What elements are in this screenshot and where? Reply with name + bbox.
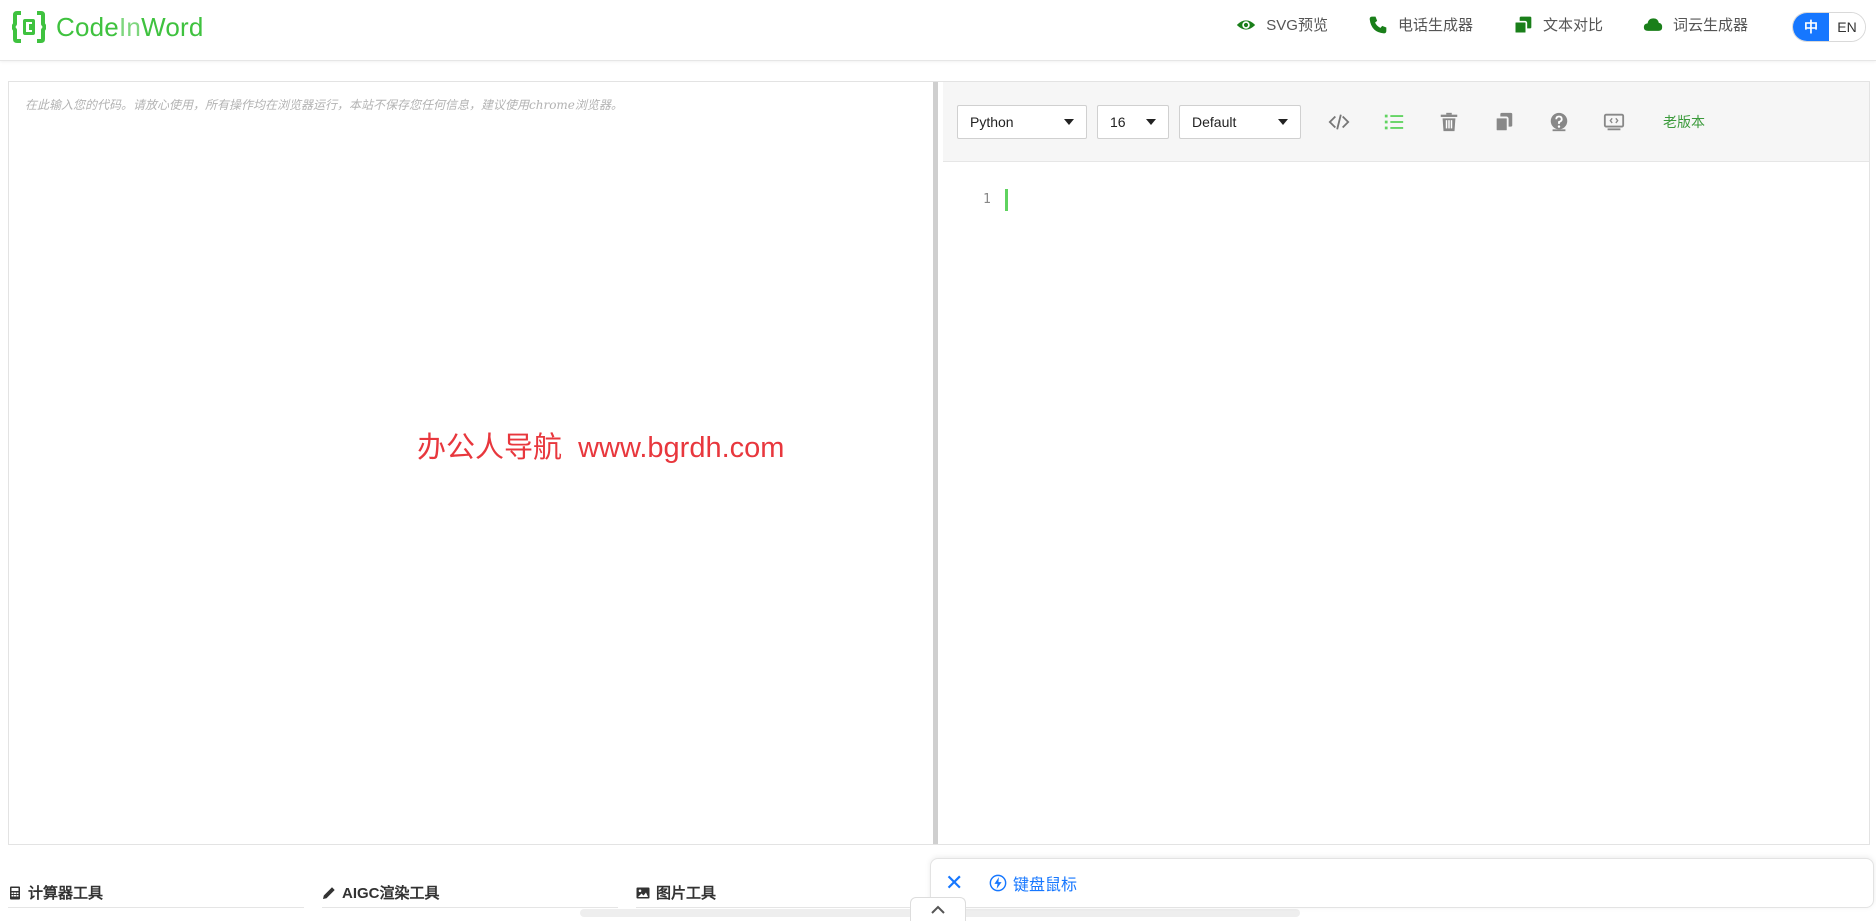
top-nav: SVG预览 电话生成器 文本对比 词云生成器 [1236,14,1748,35]
tab-label: 计算器工具 [28,885,104,902]
divider [322,907,618,908]
line-number: 1 [983,192,991,207]
workspace: 办公人导航 www.bgrdh.com Python 16 Default [8,81,1870,845]
text-cursor [1005,189,1008,211]
chevron-down-icon [1064,118,1074,125]
keyboard-mouse-bar: ✕ 键盘鼠标 [930,858,1874,908]
lang-zh-button[interactable]: 中 [1793,13,1829,41]
copy-button[interactable] [1476,105,1531,139]
language-switch: 中 EN [1792,12,1866,42]
code-icon [1328,113,1349,130]
font-size-select[interactable]: 16 [1097,104,1169,139]
nav-label: 电话生成器 [1397,17,1473,34]
tab-image-tools[interactable]: 图片工具 [636,882,716,903]
tab-label: 图片工具 [656,885,717,902]
theme-select[interactable]: Default [1179,104,1301,139]
output-pane: Python 16 Default 老版本 1 [943,82,1869,844]
output-toolbar: Python 16 Default 老版本 [943,82,1869,162]
logo-text: CodeInWord [56,11,204,42]
eye-icon [1237,19,1256,30]
nav-label: SVG预览 [1266,17,1328,34]
calculator-icon [10,886,20,899]
cloud-icon [1643,17,1663,31]
nav-wordcloud-generator[interactable]: 词云生成器 [1643,14,1748,35]
line-numbers-icon [1384,114,1403,129]
keyboard-mouse-button[interactable]: 键盘鼠标 [989,871,1077,895]
code-format-button[interactable] [1311,105,1366,139]
tab-label: AIGC渲染工具 [342,885,440,902]
language-select[interactable]: Python [957,104,1087,139]
code-output[interactable]: 1 [943,162,1869,843]
close-icon[interactable]: ✕ [945,872,969,894]
tab-aigc-render-tools[interactable]: AIGC渲染工具 [322,882,440,903]
code-brackets-logo-icon [12,11,46,43]
screen-icon [1603,113,1624,130]
language-select-value: Python [970,113,1014,130]
input-pane: 办公人导航 www.bgrdh.com [9,82,938,844]
trash-icon [1440,112,1457,131]
keyboard-mouse-label: 键盘鼠标 [1013,877,1078,894]
scroll-up-button[interactable] [910,897,966,921]
code-input[interactable] [9,82,933,844]
phone-icon [1369,16,1387,33]
logo[interactable]: CodeInWord [12,10,204,44]
line-numbers-button[interactable] [1366,105,1421,139]
clear-button[interactable] [1421,105,1476,139]
old-version-link[interactable]: 老版本 [1663,112,1705,132]
nav-svg-preview[interactable]: SVG预览 [1236,14,1328,35]
theme-select-value: Default [1192,113,1237,130]
chevron-up-icon [931,905,945,914]
nav-text-compare[interactable]: 文本对比 [1513,14,1603,35]
help-icon [1550,112,1567,131]
chevron-down-icon [1146,118,1156,125]
image-icon [636,887,650,898]
copy-compare-icon [1513,16,1532,34]
nav-phone-generator[interactable]: 电话生成器 [1368,14,1473,35]
screen-button[interactable] [1586,105,1641,139]
lang-en-button[interactable]: EN [1829,13,1865,41]
pencil-icon [323,886,335,899]
font-size-select-value: 16 [1110,113,1126,130]
copy-icon [1494,112,1512,132]
tab-calculator-tools[interactable]: 计算器工具 [8,882,103,903]
help-button[interactable] [1531,105,1586,139]
nav-label: 文本对比 [1542,17,1603,34]
top-header: CodeInWord SVG预览 电话生成器 文本对比 词云生成器 中 EN [0,0,1876,61]
chevron-down-icon [1278,118,1288,125]
nav-label: 词云生成器 [1672,17,1748,34]
lightning-icon [989,874,1007,892]
divider [636,907,916,908]
divider [8,907,304,908]
